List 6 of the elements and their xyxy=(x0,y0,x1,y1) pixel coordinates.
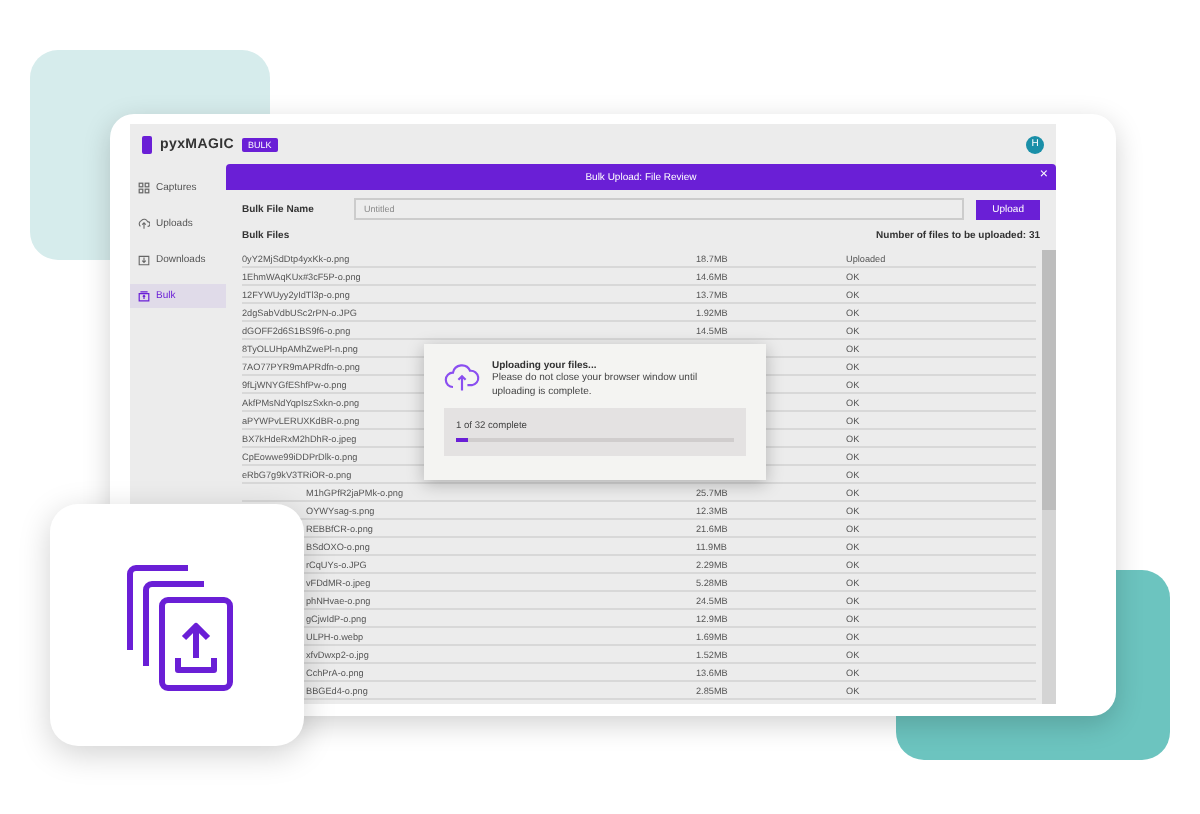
logo-icon xyxy=(142,135,152,153)
stack-icon xyxy=(138,290,150,302)
upload-icon xyxy=(138,218,150,230)
grid-icon xyxy=(138,182,150,194)
cloud-upload-icon xyxy=(444,360,480,396)
download-icon xyxy=(138,254,150,266)
